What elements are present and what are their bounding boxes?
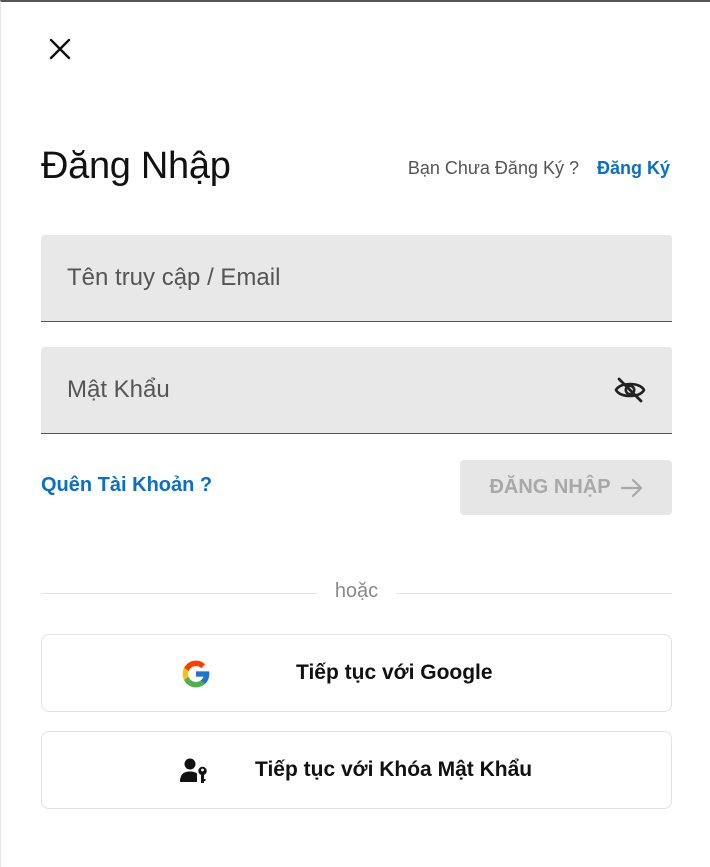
login-button-label: ĐĂNG NHẬP	[489, 476, 611, 498]
passkey-icon	[178, 754, 212, 788]
passkey-login-button[interactable]: Tiếp tục với Khóa Mật Khẩu	[41, 731, 672, 809]
google-icon	[179, 657, 213, 691]
passkey-login-label: Tiếp tục với Khóa Mật Khẩu	[255, 758, 533, 781]
divider-line-right	[396, 593, 672, 594]
arrow-right-icon	[620, 478, 642, 497]
close-button[interactable]	[41, 30, 79, 68]
divider-text: hoặc	[334, 580, 379, 602]
eye-off-icon	[614, 377, 646, 403]
login-dialog: Đăng Nhập Bạn Chưa Đăng Ký ? Đăng Ký Quê…	[0, 0, 710, 867]
or-divider: hoặc	[41, 580, 672, 606]
google-login-button[interactable]: Tiếp tục với Google	[41, 634, 672, 712]
page-title: Đăng Nhập	[41, 145, 231, 187]
username-field	[41, 235, 672, 322]
signup-link[interactable]: Đăng Ký	[597, 158, 670, 179]
username-input[interactable]	[41, 235, 672, 321]
signup-row: Bạn Chưa Đăng Ký ? Đăng Ký	[408, 158, 670, 179]
password-input[interactable]	[41, 347, 672, 433]
signup-prompt: Bạn Chưa Đăng Ký ?	[407, 158, 579, 178]
close-icon	[49, 38, 71, 60]
password-field	[41, 347, 672, 434]
password-visibility-toggle[interactable]	[614, 375, 646, 405]
login-button[interactable]: ĐĂNG NHẬP	[460, 460, 672, 515]
google-login-label: Tiếp tục với Google	[296, 661, 493, 684]
forgot-account-link[interactable]: Quên Tài Khoản ?	[41, 474, 212, 497]
